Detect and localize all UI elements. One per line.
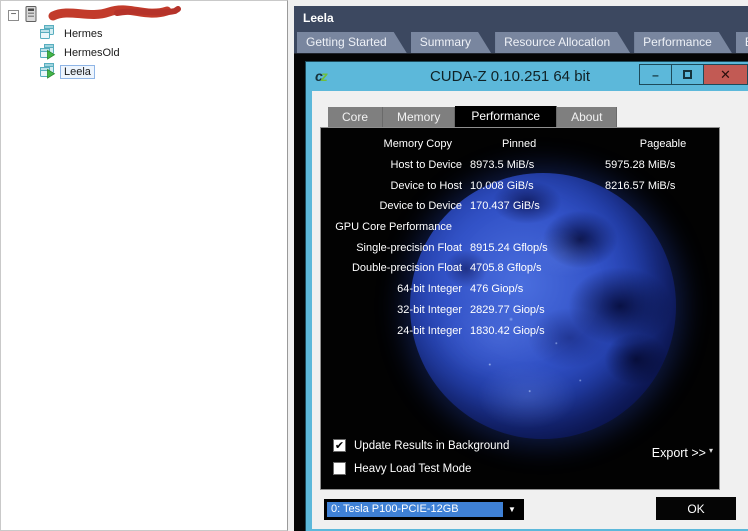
checkbox-label: Update Results in Background [354,440,509,452]
perf-row-label: Device to Host [321,180,470,192]
checkbox-unchecked-icon[interactable] [333,462,346,475]
checkbox-update-results-in-background[interactable]: ✔ Update Results in Background [333,434,509,457]
maximize-button[interactable] [671,64,704,85]
tree-item-label: Leela [60,65,95,79]
perf-value-pageable: 8216.57 MiB/s [605,180,720,192]
export-menu-arrow-icon: ▾ [709,446,713,455]
vm-icon-running [39,44,56,63]
checkbox-heavy-load-test-mode[interactable]: Heavy Load Test Mode [333,457,509,480]
cudaz-window: cz CUDA-Z 0.10.251 64 bit – ✕ CoreMemory… [306,62,748,531]
redaction-scribble [47,5,181,26]
console-viewport[interactable]: cz CUDA-Z 0.10.251 64 bit – ✕ CoreMemory… [294,53,748,531]
window-controls: – ✕ [640,64,748,85]
minimize-button[interactable]: – [639,64,672,85]
cudaz-tab-performance[interactable]: Performance [455,106,557,127]
perf-row-label: Host to Device [321,159,470,171]
tree-item-label: HermesOld [60,46,124,60]
device-select-dropdown[interactable]: 0: Tesla P100-PCIE-12GB ▼ [324,499,524,520]
options-checkboxes: ✔ Update Results in Background Heavy Load … [333,434,509,480]
perf-value-pinned: 8915.24 Gflop/s [470,242,605,254]
vm-header: Leela [294,6,748,29]
tab-getting-started[interactable]: Getting Started [297,32,407,53]
export-label: Export >> [652,446,706,460]
perf-row-label: 24-bit Integer [321,325,470,337]
tree-root-item[interactable]: − [1,7,287,23]
perf-value-pinned: 4705.8 Gflop/s [470,262,605,274]
tree-item-leela[interactable]: Leela [1,64,287,80]
perf-col-header-memory-copy: Memory Copy [321,138,470,150]
tree-item-label: Hermes [60,27,107,41]
tab-resource-allocation[interactable]: Resource Allocation [495,32,630,53]
perf-row-label: GPU Core Performance [321,221,470,233]
vm-icon-running [39,63,56,82]
tab-performance[interactable]: Performance [634,32,732,53]
performance-tab-page: Memory CopyPinnedPageableHost to Device8… [320,127,720,490]
cudaz-tab-about[interactable]: About [557,107,617,127]
perf-value-pinned: 170.437 GiB/s [470,200,605,212]
tree-item-hermesold[interactable]: HermesOld [1,45,287,61]
perf-value-pinned: 8973.5 MiB/s [470,159,605,171]
perf-value-pinned: 10.008 GiB/s [470,180,605,192]
perf-value-pageable: 5975.28 MiB/s [605,159,720,171]
tree-item-hermes[interactable]: Hermes [1,26,287,42]
perf-row-label: Device to Device [321,200,470,212]
perf-row-label: 32-bit Integer [321,304,470,316]
tab-events[interactable]: Events [736,32,748,53]
ok-button[interactable]: OK [656,497,736,520]
vm-console-panel: Leela Getting StartedSummaryResource All… [288,0,748,531]
vm-icon-off [39,25,56,44]
tab-summary[interactable]: Summary [411,32,491,53]
maximize-icon [683,70,692,79]
cudaz-tab-bar: CoreMemoryPerformanceAbout [328,106,617,127]
checkbox-checked-icon[interactable]: ✔ [333,439,346,452]
cudaz-client-area: CoreMemoryPerformanceAbout Memory CopyPi… [312,91,748,529]
cudaz-logo-icon: cz [315,68,326,84]
perf-row-label: Single-precision Float [321,242,470,254]
perf-col-header-pageable: Pageable [605,138,720,150]
checkbox-label: Heavy Load Test Mode [354,463,471,475]
dropdown-arrow-icon: ▼ [503,502,521,517]
screen: − Hermes HermesOld Leela Leela [0,0,748,531]
panel-frame: Leela Getting StartedSummaryResource All… [294,6,748,531]
collapse-icon[interactable]: − [8,10,19,21]
server-icon [25,6,37,25]
performance-table: Memory CopyPinnedPageableHost to Device8… [321,134,720,341]
device-select-value: 0: Tesla P100-PCIE-12GB [327,502,503,517]
console-tab-bar: Getting StartedSummaryResource Allocatio… [294,29,748,53]
vm-tree-panel: − Hermes HermesOld Leela [0,0,288,531]
vm-tree-list: Hermes HermesOld Leela [1,26,287,80]
perf-row-label: Double-precision Float [321,262,470,274]
perf-value-pinned: 1830.42 Giop/s [470,325,605,337]
cudaz-tab-memory[interactable]: Memory [383,107,455,127]
perf-value-pinned: 476 Giop/s [470,283,605,295]
close-button[interactable]: ✕ [703,64,748,85]
export-button[interactable]: Export >>▾ [652,446,713,460]
cudaz-titlebar[interactable]: cz CUDA-Z 0.10.251 64 bit – ✕ [306,62,748,91]
cudaz-tab-core[interactable]: Core [328,107,383,127]
perf-col-header-pinned: Pinned [470,138,605,150]
panel-title: Leela [303,11,334,25]
perf-value-pinned: 2829.77 Giop/s [470,304,605,316]
perf-row-label: 64-bit Integer [321,283,470,295]
